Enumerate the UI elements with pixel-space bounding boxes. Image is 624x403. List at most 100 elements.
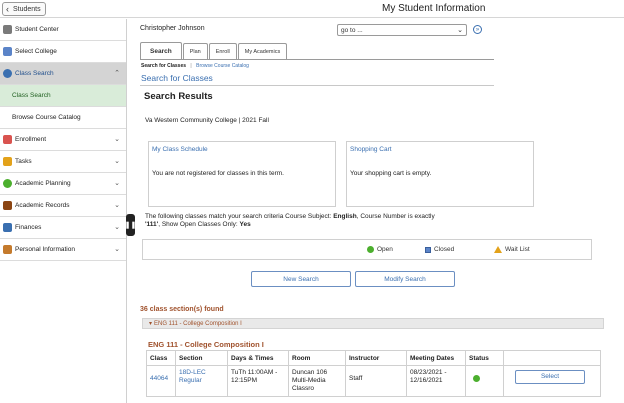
academic-planning-icon (3, 179, 12, 188)
tab-my-academics[interactable]: My Academics (237, 43, 288, 59)
new-search-button[interactable]: New Search (251, 271, 351, 287)
column-header: Instructor (345, 350, 407, 366)
days-times-cell: TuTh 11:00AM - 12:15PM (227, 365, 289, 397)
tab-bar: Search Plan Enroll My Academics (140, 42, 288, 59)
column-header (503, 350, 601, 366)
class-number-link[interactable]: 44064 (146, 365, 176, 397)
sidebar-item-finances[interactable]: Finances ⌄ (0, 217, 126, 239)
goto-select-value: go to ... (341, 26, 363, 34)
chevron-down-icon: ⌄ (114, 158, 120, 165)
meeting-dates-line: 12/16/2021 (410, 377, 443, 384)
table-header-row: Class Section Days & Times Room Instruct… (146, 350, 601, 366)
student-name: Christopher Johnson (140, 25, 205, 32)
shopping-cart-link[interactable]: Shopping Cart (350, 146, 392, 153)
sidebar-item-student-center[interactable]: Student Center (0, 19, 126, 41)
section-code: 18D-LEC (179, 369, 206, 376)
sidebar-item-label: Tasks (15, 158, 32, 165)
class-sections-table: Class Section Days & Times Room Instruct… (146, 350, 601, 397)
chevron-down-icon: ⌄ (114, 180, 120, 187)
tab-enroll[interactable]: Enroll (208, 43, 237, 59)
modify-search-button[interactable]: Modify Search (355, 271, 455, 287)
course-group-toggle[interactable]: ▾ ENG 111 - College Composition I (142, 318, 604, 329)
column-header: Room (288, 350, 346, 366)
room-line: Classro (292, 385, 315, 392)
sidebar-item-label: Academic Planning (15, 180, 71, 187)
results-heading: Search Results (144, 91, 213, 102)
legend-closed: Closed (425, 246, 454, 253)
room-line: Duncan 106 (292, 369, 328, 376)
personal-information-icon (3, 245, 12, 254)
closed-status-icon (425, 246, 431, 253)
class-schedule-box: My Class Schedule You are not registered… (148, 141, 336, 207)
criteria-mid: , Course Number is exactly (356, 213, 435, 220)
breadcrumb-link-browse-catalog[interactable]: Browse Course Catalog (196, 63, 249, 69)
goto-select[interactable]: go to ... ⌄ (337, 24, 467, 36)
sidebar-item-label: Personal Information (15, 246, 75, 253)
sidebar-item-tasks[interactable]: Tasks ⌄ (0, 151, 126, 173)
chevron-down-icon: ⌄ (114, 136, 120, 143)
class-search-icon (3, 69, 12, 78)
sidebar-item-academic-records[interactable]: Academic Records ⌄ (0, 195, 126, 217)
column-header: Section (175, 350, 228, 366)
days-times-line: TuTh 11:00AM - (231, 369, 278, 376)
legend-closed-label: Closed (434, 246, 455, 253)
column-header: Class (146, 350, 176, 366)
class-number: 44064 (150, 375, 169, 382)
tab-plan[interactable]: Plan (182, 43, 208, 59)
legend-open-label: Open (377, 246, 393, 253)
chevron-down-icon: ⌄ (114, 224, 120, 231)
status-legend: Open Closed Wait List (142, 239, 592, 260)
caret-down-icon: ▾ (149, 321, 153, 327)
page-title: My Student Information (382, 3, 486, 14)
column-header: Status (465, 350, 504, 366)
section-link[interactable]: 18D-LEC Regular (175, 365, 228, 397)
back-to-students-button[interactable]: ‹ Students (2, 2, 46, 16)
criteria-prefix: The following classes match your search … (145, 213, 334, 220)
chevron-down-icon: ⌄ (114, 202, 120, 209)
class-schedule-message: You are not registered for classes in th… (152, 170, 284, 177)
shopping-cart-box: Shopping Cart Your shopping cart is empt… (346, 141, 534, 207)
course-group-label: ENG 111 - College Composition I (154, 320, 242, 327)
column-header: Days & Times (227, 350, 289, 366)
sidebar-item-class-search[interactable]: Class Search ⌃ (0, 63, 126, 85)
sidebar-item-select-college[interactable]: Select College (0, 41, 126, 63)
academic-records-icon (3, 201, 12, 210)
divider (140, 85, 494, 86)
criteria-open-value: Yes (239, 221, 251, 228)
room-line: Multi-Media (292, 377, 326, 384)
sidebar-item-personal-information[interactable]: Personal Information ⌄ (0, 239, 126, 261)
student-center-icon (3, 25, 12, 34)
back-button-label: Students (13, 5, 41, 13)
results-count: 36 class section(s) found (140, 306, 224, 313)
sidebar-item-label: Enrollment (15, 136, 47, 143)
top-bar: ‹ Students My Student Information (0, 0, 624, 18)
sidebar-item-label: Select College (15, 48, 57, 55)
breadcrumb: Search for Classes | Browse Course Catal… (141, 63, 249, 69)
open-status-icon (473, 375, 480, 382)
go-arrow-icon[interactable]: » (473, 25, 482, 34)
sidebar-item-label: Student Center (15, 26, 59, 33)
enrollment-icon (3, 135, 12, 144)
sidebar-item-academic-planning[interactable]: Academic Planning ⌄ (0, 173, 126, 195)
breadcrumb-separator: | (190, 63, 192, 69)
waitlist-status-icon (494, 246, 502, 253)
column-header: Meeting Dates (406, 350, 466, 366)
class-schedule-link[interactable]: My Class Schedule (152, 146, 208, 153)
legend-waitlist-label: Wait List (505, 246, 530, 253)
meeting-dates-line: 08/23/2021 - (410, 369, 447, 376)
open-status-icon (367, 246, 374, 253)
sidebar-subitem-browse-course-catalog[interactable]: Browse Course Catalog (0, 107, 126, 129)
criteria-number: '111' (145, 221, 159, 228)
select-class-button[interactable]: Select (515, 370, 585, 384)
sidebar-item-enrollment[interactable]: Enrollment ⌄ (0, 129, 126, 151)
criteria-open-label: , Show Open Classes Only: (158, 221, 240, 228)
instructor-cell: Staff (345, 365, 407, 397)
criteria-subject: English (333, 213, 357, 220)
chevron-up-icon: ⌃ (114, 70, 120, 77)
select-college-icon (3, 47, 12, 56)
sidebar-collapse-handle[interactable]: ❚❚ (125, 214, 136, 236)
tab-search[interactable]: Search (140, 42, 182, 59)
sidebar-item-label: Academic Records (15, 202, 70, 209)
sidebar-subitem-class-search[interactable]: Class Search (0, 85, 126, 107)
days-times-line: 12:15PM (231, 377, 258, 384)
